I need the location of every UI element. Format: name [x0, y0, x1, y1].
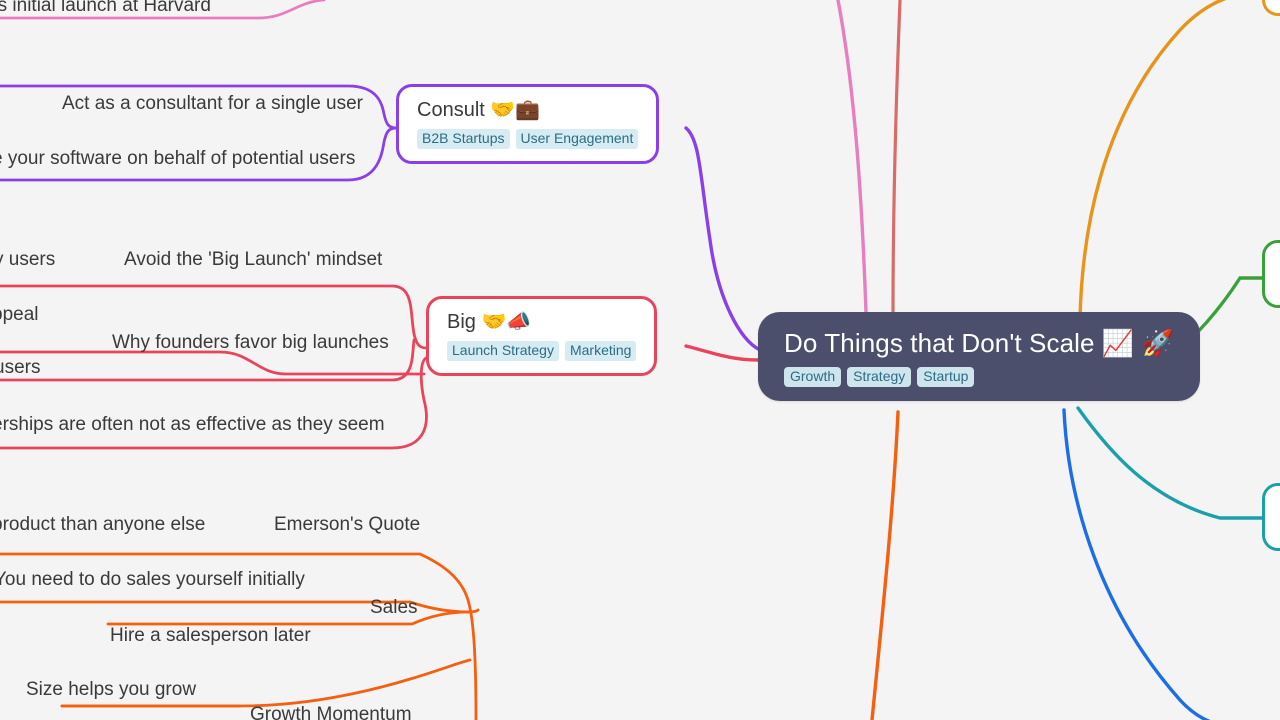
leaf-use-software-behalf[interactable]: e your software on behalf of potential u… — [0, 147, 355, 170]
leaf-emersons-quote[interactable]: Emerson's Quote — [274, 513, 420, 536]
node-stub-green-right[interactable] — [1262, 240, 1280, 308]
leaf-avoid-big-launch[interactable]: Avoid the 'Big Launch' mindset — [124, 248, 382, 271]
mindmap-canvas[interactable]: Do Things that Don't Scale 📈 🚀 Growth St… — [0, 0, 1280, 720]
leaf-harvard-launch[interactable]: 's initial launch at Harvard — [0, 0, 211, 17]
leaf-users[interactable]: users — [0, 356, 40, 379]
leaf-sales[interactable]: Sales — [370, 596, 418, 619]
leaf-growth-momentum[interactable]: Growth Momentum — [250, 703, 412, 720]
root-tags: Growth Strategy Startup — [784, 367, 1174, 387]
leaf-partnerships[interactable]: erships are often not as effective as th… — [0, 413, 385, 436]
leaf-by-users[interactable]: y users — [0, 248, 55, 271]
leaf-act-as-consultant[interactable]: Act as a consultant for a single user — [62, 92, 363, 115]
root-node[interactable]: Do Things that Don't Scale 📈 🚀 Growth St… — [758, 312, 1201, 401]
node-stub-orange-right[interactable] — [1262, 0, 1280, 16]
leaf-why-founders-favor[interactable]: Why founders favor big launches — [112, 331, 389, 354]
node-big-tag-launch-strategy[interactable]: Launch Strategy — [447, 341, 559, 361]
node-consult-tag-user-engagement[interactable]: User Engagement — [515, 129, 639, 149]
leaf-appeal[interactable]: ppeal — [0, 303, 39, 326]
node-stub-teal-right[interactable] — [1262, 483, 1280, 551]
root-tag-strategy[interactable]: Strategy — [847, 367, 912, 387]
node-consult[interactable]: Consult 🤝💼 B2B Startups User Engagement — [396, 84, 660, 164]
leaf-hire-salesperson[interactable]: Hire a salesperson later — [110, 624, 311, 647]
node-big-tags: Launch Strategy Marketing — [447, 341, 637, 361]
node-big-tag-marketing[interactable]: Marketing — [564, 341, 637, 361]
leaf-sales-yourself[interactable]: You need to do sales yourself initially — [0, 568, 305, 591]
node-consult-tag-b2b[interactable]: B2B Startups — [417, 129, 510, 149]
root-title: Do Things that Don't Scale 📈 🚀 — [784, 328, 1175, 358]
node-big[interactable]: Big 🤝📣 Launch Strategy Marketing — [426, 296, 658, 376]
leaf-size-helps-grow[interactable]: Size helps you grow — [26, 678, 196, 701]
node-consult-tags: B2B Startups User Engagement — [417, 129, 639, 149]
root-tag-growth[interactable]: Growth — [784, 367, 842, 387]
root-tag-startup[interactable]: Startup — [917, 367, 975, 387]
node-big-title: Big 🤝📣 — [447, 311, 532, 333]
node-consult-title: Consult 🤝💼 — [417, 99, 541, 121]
leaf-product-than-anyone[interactable]: product than anyone else — [0, 513, 205, 536]
